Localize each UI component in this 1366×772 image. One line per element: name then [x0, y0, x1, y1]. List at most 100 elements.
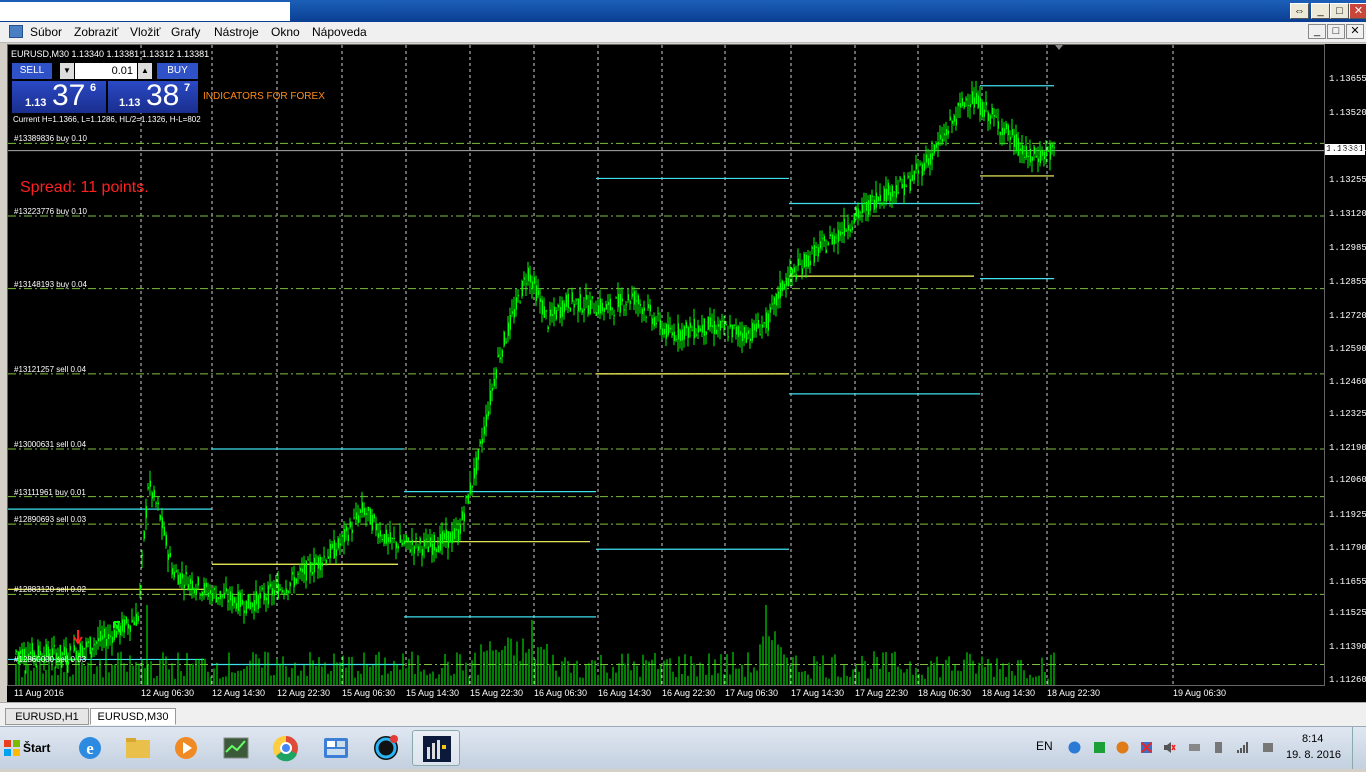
candle-body [589, 299, 591, 314]
mdi-minimize-button[interactable]: _ [1308, 24, 1326, 39]
candle-body [669, 327, 671, 330]
candle-body [853, 214, 855, 224]
candle-body [477, 449, 479, 460]
candle-body [667, 324, 669, 335]
candle-body [687, 327, 689, 338]
battery-icon[interactable] [1262, 741, 1275, 754]
order-label[interactable]: #12860000 sell 0.03 [14, 655, 86, 664]
menu-file[interactable]: Súbor [30, 25, 62, 39]
candle-body [263, 592, 265, 601]
sell-price-box[interactable]: 1.13 37 6 [12, 79, 106, 113]
lot-size-input[interactable]: 0.01 [75, 63, 137, 79]
menu-insert[interactable]: Vložiť [130, 25, 161, 39]
restore-width-button[interactable]: ⇔ [1290, 3, 1309, 19]
candle-body [379, 530, 381, 537]
candle-body [549, 309, 551, 317]
order-label[interactable]: #13223776 buy 0.10 [14, 207, 87, 216]
candle-body [821, 237, 823, 240]
candle-body [195, 589, 197, 594]
show-desktop-button[interactable] [1352, 727, 1366, 769]
app-icon[interactable] [9, 25, 23, 38]
candle-body [489, 390, 491, 405]
lot-decrease-button[interactable]: ▼ [60, 63, 74, 79]
order-label[interactable]: #13389836 buy 0.10 [14, 134, 87, 143]
candle-body [373, 514, 375, 519]
mdi-restore-button[interactable]: □ [1327, 24, 1345, 39]
order-label[interactable]: #13000631 sell 0.04 [14, 440, 86, 449]
price-scale[interactable]: 1.13381 1.13655 1.13520 1.13381 1.13255 1.13… [1325, 44, 1366, 686]
candle-body [87, 641, 89, 643]
control-panel-icon[interactable] [312, 730, 360, 766]
candle-body [551, 314, 553, 316]
order-label[interactable]: #12883120 sell 0.02 [14, 585, 86, 594]
candle-body [801, 268, 803, 275]
chart-window[interactable]: EURUSD,M30 1.13340 1.13381 1.13312 1.133… [7, 44, 1325, 686]
candle-body [513, 309, 515, 318]
start-button[interactable]: Štart [2, 733, 56, 763]
candle-body [349, 521, 351, 528]
candle-body [73, 645, 75, 652]
menu-window[interactable]: Okno [271, 25, 300, 39]
candle-body [825, 249, 827, 253]
menu-tools[interactable]: Nástroje [214, 25, 259, 39]
candle-body [927, 158, 929, 166]
tab-eurusd-h1[interactable]: EURUSD,H1 [5, 708, 89, 725]
language-indicator[interactable]: EN [1036, 739, 1053, 753]
clock-date[interactable]: 19. 8. 2016 [1286, 749, 1341, 761]
mdi-close-button[interactable]: ✕ [1346, 24, 1364, 39]
candle-body [253, 600, 255, 611]
candle-body [111, 636, 113, 644]
maximize-button[interactable]: □ [1330, 3, 1349, 19]
speaker-muted-icon[interactable] [1163, 741, 1176, 754]
sell-price-prefix: 1.13 [25, 97, 47, 109]
minimize-button[interactable]: _ [1311, 3, 1330, 19]
order-label[interactable]: #13148193 buy 0.04 [14, 280, 87, 289]
task-manager-icon[interactable] [212, 730, 260, 766]
network-sync-icon[interactable] [1068, 741, 1081, 754]
time-axis[interactable]: 11 Aug 2016 12 Aug 06:30 12 Aug 14:30 12 Au… [7, 686, 1366, 702]
order-label[interactable]: #13111961 buy 0.01 [14, 488, 86, 497]
file-explorer-icon[interactable] [114, 730, 162, 766]
buy-button[interactable]: BUY [157, 63, 198, 79]
order-label[interactable]: #13121257 sell 0.04 [14, 365, 86, 374]
candle-body [861, 204, 863, 214]
order-label[interactable]: #12890693 sell 0.03 [14, 515, 86, 524]
candle-body [765, 312, 767, 329]
candle-body [785, 277, 787, 286]
tab-eurusd-m30[interactable]: EURUSD,M30 [90, 708, 176, 725]
signal-strength-icon[interactable] [1236, 741, 1249, 754]
candle-body [753, 324, 755, 331]
candle-body [913, 170, 915, 181]
candle-body [219, 591, 221, 600]
candle-body [647, 304, 649, 309]
media-player-icon[interactable] [162, 730, 210, 766]
candle-body [747, 330, 749, 334]
chart-canvas[interactable] [8, 45, 1325, 686]
candle-body [889, 192, 891, 201]
candle-body [643, 307, 645, 311]
menu-help[interactable]: Nápoveda [312, 25, 367, 39]
sell-price-sup: 6 [90, 82, 97, 94]
chrome-icon[interactable] [262, 730, 310, 766]
menu-view[interactable]: Zobraziť [74, 25, 119, 39]
candle-body [535, 285, 537, 301]
usb-device-icon[interactable] [1212, 741, 1225, 754]
candle-body [439, 533, 441, 551]
candle-body [783, 283, 785, 290]
close-button[interactable]: ✕ [1349, 3, 1366, 19]
menu-charts[interactable]: Grafy [171, 25, 200, 39]
speedtest-icon[interactable] [362, 730, 410, 766]
buy-price-box[interactable]: 1.13 38 7 [108, 79, 198, 113]
metatrader-icon[interactable] [412, 730, 460, 766]
candle-body [171, 568, 173, 575]
sell-button[interactable]: SELL [12, 63, 52, 79]
java-update-icon[interactable] [1116, 741, 1129, 754]
candle-body [961, 98, 963, 106]
action-center-flag-icon[interactable] [1140, 741, 1153, 754]
internet-explorer-icon[interactable]: e [66, 730, 114, 766]
clock-time[interactable]: 8:14 [1302, 733, 1323, 745]
keyboard-icon[interactable] [1188, 741, 1201, 754]
candle-body [693, 318, 695, 339]
lot-increase-button[interactable]: ▲ [138, 63, 152, 79]
green-status-icon[interactable] [1093, 741, 1106, 754]
